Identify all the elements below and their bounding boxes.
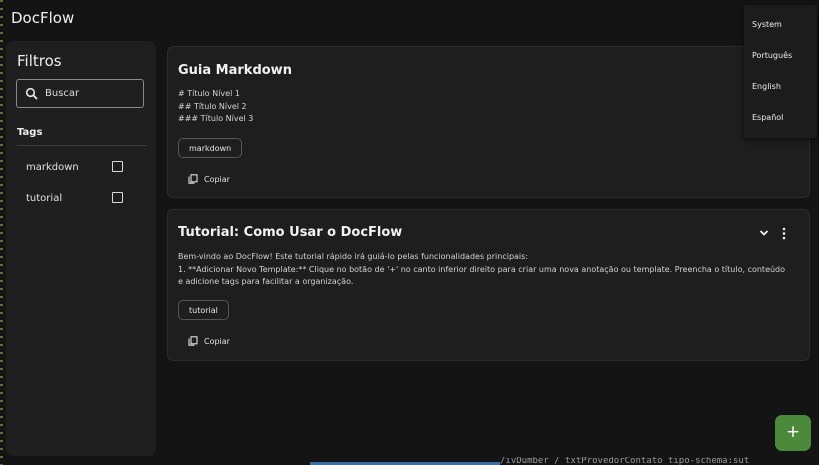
more-vert-icon[interactable] — [781, 227, 787, 240]
card-title: Tutorial: Como Usar o DocFlow — [178, 225, 403, 240]
copy-label: Copiar — [204, 337, 230, 346]
language-option-system[interactable]: System — [752, 20, 782, 29]
app-title: DocFlow — [11, 9, 75, 27]
tags-heading: Tags — [17, 127, 43, 138]
tag-filter-markdown[interactable]: markdown — [26, 160, 126, 180]
language-menu: System Português English Español — [744, 5, 817, 138]
language-option-portugues[interactable]: Português — [752, 51, 792, 60]
background-edge — [0, 0, 3, 465]
tag-checkbox[interactable] — [112, 161, 123, 172]
content-line: # Título Nível 1 — [178, 89, 240, 98]
language-option-english[interactable]: English — [752, 82, 781, 91]
card-content: # Título Nível 1 ## Título Nível 2 ### T… — [178, 88, 788, 126]
card-actions — [759, 227, 795, 241]
tag-filter-label: tutorial — [26, 193, 63, 204]
chevron-down-icon[interactable] — [759, 229, 769, 237]
tag-filter-label: markdown — [26, 162, 79, 173]
divider — [17, 145, 146, 146]
content-line: 1. **Adicionar Novo Template:** Clique n… — [178, 264, 786, 287]
tag-checkbox[interactable] — [112, 192, 123, 203]
sidebar-title: Filtros — [17, 52, 62, 70]
background-terminal-text: /ivDumber / txtProvedorContato tipo-sche… — [500, 457, 750, 465]
tag-chip[interactable]: tutorial — [178, 300, 229, 320]
template-card[interactable]: Guia Markdown # Título Nível 1 ## Título… — [167, 46, 810, 198]
language-option-espanol[interactable]: Español — [752, 113, 783, 122]
card-title: Guia Markdown — [178, 63, 292, 78]
content-line: ## Título Nível 2 — [178, 101, 247, 111]
content-line: Bem-vindo ao DocFlow! Este tutorial rápi… — [178, 252, 529, 261]
filters-sidebar: Filtros Buscar Tags markdown tutorial — [6, 41, 156, 456]
template-card[interactable]: Tutorial: Como Usar o DocFlow Bem-vindo … — [167, 209, 810, 361]
card-content: Bem-vindo ao DocFlow! Este tutorial rápi… — [178, 251, 788, 289]
search-input[interactable]: Buscar — [16, 79, 144, 108]
copy-icon — [188, 336, 198, 346]
content-line: ### Título Nível 3 — [178, 114, 254, 123]
tag-chip[interactable]: markdown — [178, 138, 243, 158]
tag-filter-tutorial[interactable]: tutorial — [26, 191, 126, 211]
copy-icon — [188, 174, 198, 184]
copy-label: Copiar — [204, 175, 230, 184]
search-icon — [25, 87, 38, 100]
search-placeholder: Buscar — [45, 88, 80, 99]
add-template-button[interactable]: + — [775, 415, 811, 451]
